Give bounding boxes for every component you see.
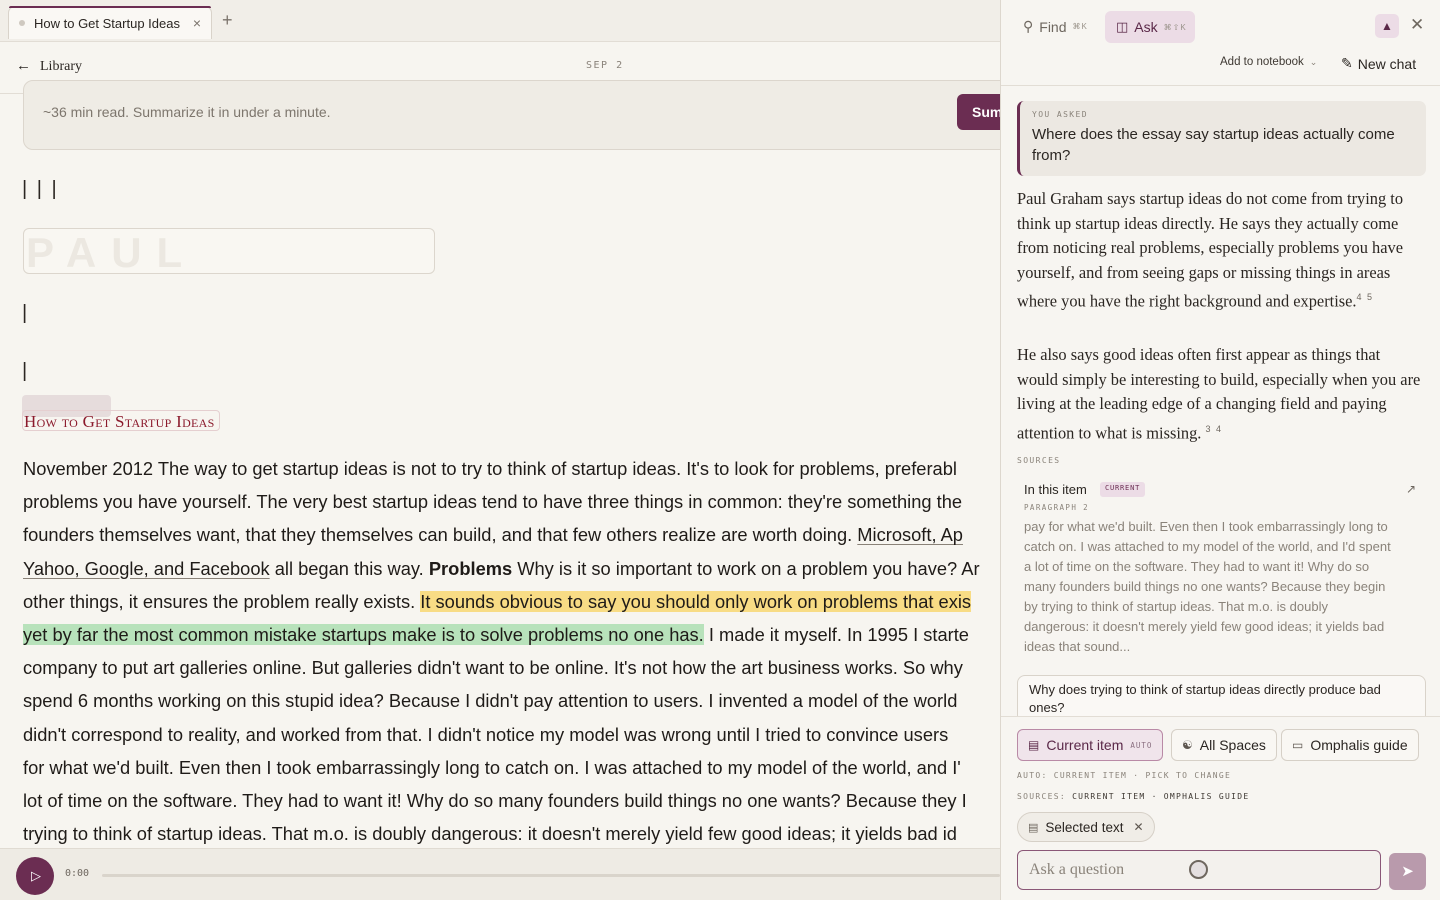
- separator-bar: |: [22, 302, 28, 324]
- scope-hint: AUTO: CURRENT ITEM · PICK TO CHANGE: [1017, 771, 1232, 780]
- tab-status-dot: [19, 20, 25, 26]
- section-heading-problems: Problems: [428, 557, 513, 579]
- search-icon: ⚲: [1023, 18, 1034, 34]
- reader-pane: How to Get Startup Ideas × + ← Library S…: [0, 0, 1000, 900]
- author-banner: PAUL GRAHAM: [23, 228, 435, 274]
- article-line: November 2012 The way to get startup ide…: [23, 458, 957, 479]
- tab-how-to-get-startup-ideas[interactable]: How to Get Startup Ideas ×: [8, 6, 212, 39]
- summarize-button[interactable]: Sum: [957, 94, 1000, 130]
- chat-bubbles-icon: ◫: [1116, 19, 1129, 34]
- read-time-text: ~36 min read. Summarize it in under a mi…: [43, 104, 331, 120]
- answer-paragraph: Paul Graham says startup ideas do not co…: [1017, 189, 1404, 311]
- author-banner-text: PAUL GRAHAM: [26, 229, 197, 274]
- essay-title: How to Get Startup Ideas: [22, 410, 220, 431]
- play-icon[interactable]: ▷: [16, 857, 54, 895]
- article-line: company to put art galleries online. But…: [23, 657, 963, 679]
- add-to-notebook-dropdown[interactable]: Add to notebook ⌄: [1220, 56, 1317, 68]
- ask-composer: ▤ Current item AUTO ☯ All Spaces ▭ Ompha…: [1001, 716, 1440, 900]
- scope-label: Current item: [1046, 737, 1124, 753]
- companies-link[interactable]: Microsoft, Ap: [857, 524, 963, 545]
- find-shortcut: ⌘K: [1072, 22, 1088, 31]
- source-excerpt: pay for what we'd built. Even then I too…: [1024, 519, 1391, 654]
- tab-bar: How to Get Startup Ideas × +: [0, 0, 1000, 42]
- new-chat-label: New chat: [1357, 55, 1417, 72]
- you-asked-label: YOU ASKED: [1032, 110, 1088, 119]
- summarize-card: ~36 min read. Summarize it in under a mi…: [23, 80, 1000, 150]
- article-line: yet by far the most common mistake start…: [23, 624, 969, 646]
- back-to-library-button[interactable]: ← Library: [16, 58, 82, 75]
- article-body: November 2012 The way to get startup ide…: [23, 452, 1000, 850]
- add-to-notebook-label: Add to notebook: [1220, 56, 1304, 68]
- scope-omphalis-guide-chip[interactable]: ▭ Omphalis guide: [1281, 729, 1419, 761]
- source-card[interactable]: In this item CURRENT PARAGRAPH 2 ↗ pay f…: [1017, 473, 1426, 663]
- arrow-left-icon: ←: [16, 58, 31, 74]
- article-line: problems you have yourself. The very bes…: [23, 491, 963, 513]
- separator-bar: |: [22, 360, 28, 382]
- ask-tab[interactable]: ◫ Ask ⌘⇧K: [1105, 11, 1195, 43]
- article-line: other things, it ensures the problem rea…: [23, 590, 972, 612]
- pencil-icon: ✎: [1341, 55, 1353, 71]
- companies-link[interactable]: Yahoo, Google, and Facebook: [23, 558, 270, 579]
- highlight-yellow[interactable]: It sounds obvious to say you should only…: [420, 590, 972, 612]
- back-label: Library: [40, 58, 82, 74]
- tab-title: How to Get Startup Ideas: [34, 15, 180, 31]
- citation-refs[interactable]: 3 4: [1206, 424, 1223, 434]
- new-tab-plus-icon[interactable]: +: [222, 10, 233, 31]
- selected-text-chip[interactable]: ▤ Selected text ✕: [1017, 812, 1155, 842]
- new-chat-button[interactable]: ✎ New chat: [1341, 55, 1416, 72]
- send-icon[interactable]: ➤: [1389, 853, 1426, 890]
- highlight-green[interactable]: yet by far the most common mistake start…: [23, 624, 704, 646]
- player-time: 0:00: [65, 868, 90, 879]
- mouse-cursor-ring: [1189, 860, 1208, 879]
- selected-text-label: Selected text: [1045, 819, 1124, 835]
- source-paragraph-label: PARAGRAPH 2: [1024, 503, 1090, 512]
- current-badge: CURRENT: [1100, 482, 1146, 497]
- open-external-icon[interactable]: ↗: [1406, 482, 1416, 496]
- book-icon: ▭: [1292, 738, 1304, 752]
- article-line: spend 6 months working on this stupid id…: [23, 690, 958, 712]
- sources-label: SOURCES: [1017, 456, 1061, 465]
- article-line: Yahoo, Google, and Facebook all began th…: [23, 557, 980, 579]
- ask-panel: ⚲ Find ⌘K ◫ Ask ⌘⇧K ▲ ✕ Add to notebook ⌄…: [1000, 0, 1440, 900]
- spaces-icon: ☯: [1182, 738, 1193, 752]
- sources-hint: SOURCES: CURRENT ITEM · OMPHALIS GUIDE: [1017, 792, 1250, 801]
- scope-label: Omphalis guide: [1310, 737, 1408, 753]
- text-selection-icon: ▤: [1028, 821, 1039, 834]
- ask-label: Ask: [1134, 19, 1158, 35]
- article-line: didn't correspond to reality, and worked…: [23, 723, 949, 745]
- suggested-followup[interactable]: Why does trying to think of startup idea…: [1017, 675, 1426, 717]
- document-icon: ▤: [1028, 738, 1040, 752]
- article-line: lot of time on the software. They had to…: [23, 790, 967, 812]
- auto-tag: AUTO: [1130, 740, 1153, 750]
- ask-shortcut: ⌘⇧K: [1163, 22, 1187, 32]
- answer-paragraph: He also says good ideas often first appe…: [1017, 345, 1421, 443]
- tab-close-icon[interactable]: ×: [193, 15, 201, 31]
- chevron-down-icon: ⌄: [1309, 57, 1318, 67]
- player-progress-track[interactable]: [102, 874, 1000, 877]
- user-question-card: YOU ASKED Where does the essay say start…: [1017, 101, 1426, 176]
- close-icon[interactable]: ✕: [1410, 15, 1424, 35]
- separator-bars: | | |: [22, 178, 59, 200]
- article-line: for what we'd built. Even then I took em…: [23, 756, 961, 778]
- remove-chip-icon[interactable]: ✕: [1133, 820, 1143, 834]
- find-label: Find: [1039, 18, 1067, 35]
- scope-all-spaces-chip[interactable]: ☯ All Spaces: [1171, 729, 1277, 761]
- citation-refs[interactable]: 4 5: [1357, 292, 1374, 302]
- chat-messages[interactable]: YOU ASKED Where does the essay say start…: [1001, 87, 1440, 717]
- audio-player: ▷ 0:00: [0, 848, 1000, 900]
- article-line: trying to think of startup ideas. That m…: [23, 823, 957, 845]
- pin-icon[interactable]: ▲: [1375, 14, 1399, 38]
- user-question: Where does the essay say startup ideas a…: [1032, 126, 1395, 164]
- panel-header: ⚲ Find ⌘K ◫ Ask ⌘⇧K ▲ ✕ Add to notebook ⌄…: [1001, 0, 1440, 86]
- scope-label: All Spaces: [1199, 737, 1266, 753]
- article-date: SEP 2: [586, 60, 624, 71]
- source-title: In this item: [1024, 482, 1087, 497]
- find-tab[interactable]: ⚲ Find ⌘K: [1023, 18, 1088, 35]
- article-line: founders themselves want, that they them…: [23, 524, 963, 546]
- scope-current-item-chip[interactable]: ▤ Current item AUTO: [1017, 729, 1164, 761]
